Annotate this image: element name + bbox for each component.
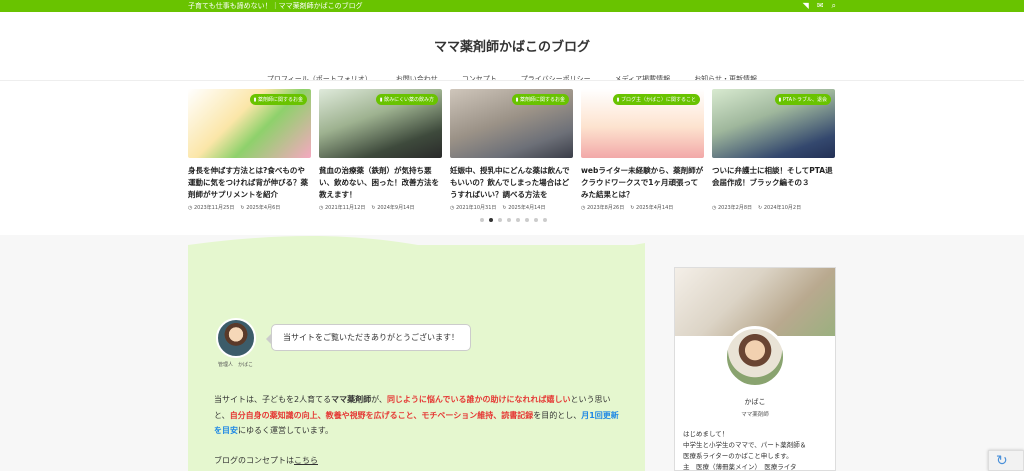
update-icon: ↻ 2025年4月14日: [502, 205, 546, 211]
featured-carousel: ▮ 薬剤師に関するお金 身長を伸ばす方法とは?食べものや運動に気をつければ背が伸…: [0, 80, 1024, 235]
card-title[interactable]: 妊娠中、授乳中にどんな薬は飲んでもいいの？飲んでしまった場合はどうすればいい？調…: [450, 165, 573, 201]
author-caption: 管理人 かばこ: [217, 362, 253, 368]
update-icon: ↻ 2024年9月14日: [371, 205, 415, 211]
top-bar: 子育ても仕事も諦めない！｜ママ薬剤師かばこのブログ ◥ ✉ ⌕: [0, 0, 1024, 12]
clock-icon: ◷ 2021年11月12日: [319, 205, 366, 211]
profile-role: ママ薬剤師: [741, 412, 769, 418]
concept-line: ブログのコンセプトはこちら: [214, 455, 318, 465]
card-thumbnail[interactable]: ▮ PTAトラブル、退会: [712, 89, 835, 158]
card-thumbnail[interactable]: ▮ 飲みにくい薬の飲み方: [319, 89, 442, 158]
card-dates: ◷ 2021年10月31日 ↻ 2025年4月14日: [450, 204, 573, 211]
card-title[interactable]: 貧血の治療薬（鉄剤）が気持ち悪い、飲めない、困った！改善方法を教えます！: [319, 165, 442, 201]
carousel-pagination: [480, 218, 547, 222]
recaptcha-badge[interactable]: ↻: [988, 450, 1024, 471]
carousel-dot[interactable]: [498, 218, 502, 222]
tagline: 子育ても仕事も諦めない！｜ママ薬剤師かばこのブログ: [188, 2, 363, 10]
card-dates: ◷ 2023年11月25日 ↻ 2025年4月6日: [188, 204, 311, 211]
category-badge[interactable]: ▮ ブログ主（かばこ）に関すること: [612, 94, 700, 105]
card-title[interactable]: webライター未経験から、薬剤師がクラウドワークスで1ヶ月頑張ってみた結果とは？: [581, 165, 704, 201]
carousel-dot[interactable]: [525, 218, 529, 222]
clock-icon: ◷ 2023年11月25日: [188, 205, 235, 211]
category-badge[interactable]: ▮ 飲みにくい薬の飲み方: [375, 94, 438, 105]
card-thumbnail[interactable]: ▮ 薬剤師に関するお金: [188, 89, 311, 158]
intro-paragraph: 当サイトは、子どもを2人育てるママ薬剤師が、同じように悩んでいる誰かの助けになれ…: [214, 395, 619, 435]
intro-section: 管理人 かばこ 当サイトをご覧いただきありがとうございます！ 当サイトは、子ども…: [214, 318, 624, 466]
clock-icon: ◷ 2023年8月26日: [581, 205, 625, 211]
carousel-dot[interactable]: [516, 218, 520, 222]
update-icon: ↻ 2025年4月14日: [630, 205, 674, 211]
clock-icon: ◷ 2023年2月8日: [712, 205, 753, 211]
carousel-dot[interactable]: [534, 218, 538, 222]
mail-icon[interactable]: ✉: [817, 2, 824, 10]
carousel-dot[interactable]: [543, 218, 547, 222]
site-header: ママ薬剤師かばこのブログ プロフィール（ポートフォリオ） お問い合わせ コンセプ…: [0, 12, 1024, 83]
category-badge[interactable]: ▮ 薬剤師に関するお金: [249, 94, 307, 105]
author-avatar-block: 管理人 かばこ: [214, 318, 257, 368]
card-dates: ◷ 2023年8月26日 ↻ 2025年4月14日: [581, 204, 704, 211]
card-title[interactable]: 身長を伸ばす方法とは?食べものや運動に気をつければ背が伸びる？薬剤師がサプリメン…: [188, 165, 311, 201]
carousel-card[interactable]: ▮ 薬剤師に関するお金 妊娠中、授乳中にどんな薬は飲んでもいいの？飲んでしまった…: [450, 89, 573, 211]
speech-row: 管理人 かばこ 当サイトをご覧いただきありがとうございます！: [214, 318, 624, 368]
carousel-cards: ▮ 薬剤師に関するお金 身長を伸ばす方法とは?食べものや運動に気をつければ背が伸…: [188, 89, 835, 211]
profile-name: かばこ: [744, 398, 766, 406]
recaptcha-icon: ↻: [996, 453, 1008, 469]
carousel-card[interactable]: ▮ ブログ主（かばこ）に関すること webライター未経験から、薬剤師がクラウドワ…: [581, 89, 704, 211]
profile-avatar: [724, 326, 786, 388]
card-dates: ◷ 2021年11月12日 ↻ 2024年9月14日: [319, 204, 442, 211]
concept-link[interactable]: こちら: [294, 456, 318, 465]
card-thumbnail[interactable]: ▮ 薬剤師に関するお金: [450, 89, 573, 158]
carousel-card[interactable]: ▮ 飲みにくい薬の飲み方 貧血の治療薬（鉄剤）が気持ち悪い、飲めない、困った！改…: [319, 89, 442, 211]
site-title[interactable]: ママ薬剤師かばこのブログ: [0, 36, 1024, 55]
card-title[interactable]: ついに弁護士に相談！そしてPTA退会届作成！ブラック編その３: [712, 165, 835, 201]
search-icon[interactable]: ⌕: [832, 2, 836, 10]
main-content: 管理人 かばこ 当サイトをご覧いただきありがとうございます！ 当サイトは、子ども…: [188, 245, 645, 471]
card-dates: ◷ 2023年2月8日 ↻ 2024年10月2日: [712, 204, 835, 211]
author-avatar: [215, 318, 256, 358]
category-badge[interactable]: ▮ 薬剤師に関するお金: [511, 94, 569, 105]
clock-icon: ◷ 2021年10月31日: [450, 205, 497, 211]
carousel-dot[interactable]: [507, 218, 511, 222]
topbar-icons: ◥ ✉ ⌕: [803, 2, 836, 10]
category-badge[interactable]: ▮ PTAトラブル、退会: [774, 94, 831, 105]
carousel-dot[interactable]: [480, 218, 484, 222]
speech-bubble: 当サイトをご覧いただきありがとうございます！: [266, 324, 471, 351]
profile-bio: はじめまして！ 中学生と小学生のママで、パート薬剤師＆ 医療系ライターのかばこと…: [683, 430, 807, 471]
carousel-card[interactable]: ▮ PTAトラブル、退会 ついに弁護士に相談！そしてPTA退会届作成！ブラック編…: [712, 89, 835, 211]
rss-icon[interactable]: ◥: [803, 2, 809, 10]
profile-sidebar: かばこ ママ薬剤師 はじめまして！ 中学生と小学生のママで、パート薬剤師＆ 医療…: [674, 267, 836, 471]
carousel-card[interactable]: ▮ 薬剤師に関するお金 身長を伸ばす方法とは?食べものや運動に気をつければ背が伸…: [188, 89, 311, 211]
card-thumbnail[interactable]: ▮ ブログ主（かばこ）に関すること: [581, 89, 704, 158]
update-icon: ↻ 2025年4月6日: [240, 205, 281, 211]
carousel-dot-active[interactable]: [489, 218, 493, 222]
update-icon: ↻ 2024年10月2日: [758, 205, 802, 211]
